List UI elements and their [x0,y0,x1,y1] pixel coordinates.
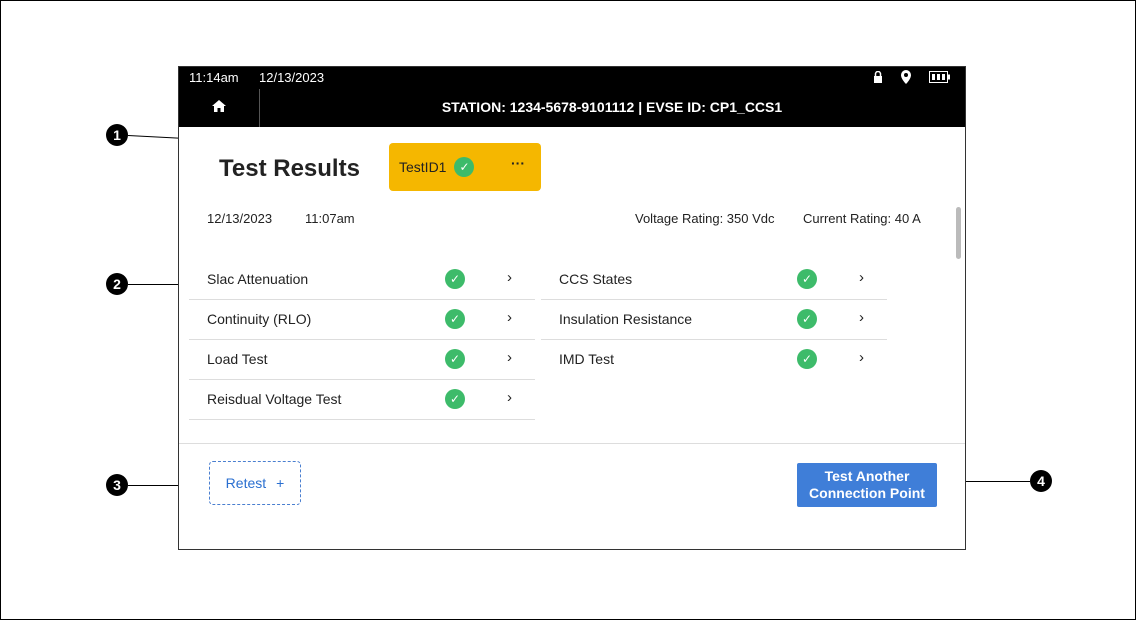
test-date: 12/13/2023 [207,211,273,226]
retest-button[interactable]: Retest + [209,461,301,505]
chevron-right-icon[interactable]: › [507,389,512,406]
test-row-label: Slac Attenuation [207,271,309,287]
voltage-rating: Voltage Rating: 350 Vdc [635,211,775,226]
check-icon: ✓ [445,269,465,289]
retest-label: Retest [225,475,267,491]
callout-line-2 [128,284,184,285]
test-row-label: IMD Test [559,351,614,367]
check-icon: ✓ [797,349,817,369]
scrollbar[interactable] [956,207,961,259]
status-date: 12/13/2023 [259,70,325,85]
footer-divider [179,443,965,444]
more-icon[interactable]: ··· [511,155,525,171]
page-title: Test Results [219,155,360,182]
check-icon: ✓ [454,157,475,177]
callout-4: 4 [1030,470,1052,492]
test-row-slac[interactable]: Slac Attenuation ✓ › [189,259,535,300]
status-bar: 11:14am 12/13/2023 [179,67,965,89]
test-row-ccs-states[interactable]: CCS States ✓ › [541,259,887,300]
callout-2: 2 [106,273,128,295]
chevron-right-icon[interactable]: › [507,349,512,366]
test-time: 11:07am [305,211,355,226]
test-row-residual[interactable]: Reisdual Voltage Test ✓ › [189,379,535,420]
chevron-right-icon[interactable]: › [859,269,864,286]
check-icon: ✓ [797,309,817,329]
test-another-button[interactable]: Test Another Connection Point [797,463,937,507]
test-row-label: CCS States [559,271,633,287]
current-rating: Current Rating: 40 A [803,211,921,226]
check-icon: ✓ [445,309,465,329]
lock-icon [873,70,883,86]
callout-1: 1 [106,124,128,146]
device-screen: 11:14am 12/13/2023 STATION: 1234-5678-91… [178,66,966,550]
nav-bar: STATION: 1234-5678-9101112 | EVSE ID: CP… [179,89,965,127]
test-row-label: Insulation Resistance [559,311,693,327]
test-row-imd[interactable]: IMD Test ✓ › [541,339,887,379]
test-row-load[interactable]: Load Test ✓ › [189,339,535,380]
chevron-right-icon[interactable]: › [859,309,864,326]
test-row-insulation[interactable]: Insulation Resistance ✓ › [541,299,887,340]
chevron-right-icon[interactable]: › [507,309,512,326]
status-time: 11:14am [189,70,239,85]
check-icon: ✓ [445,349,465,369]
location-pin-icon [901,70,911,87]
check-icon: ✓ [797,269,817,289]
station-label: STATION: 1234-5678-9101112 | EVSE ID: CP… [441,99,783,115]
test-row-continuity[interactable]: Continuity (RLO) ✓ › [189,299,535,340]
callout-3: 3 [106,474,128,496]
check-icon: ✓ [445,389,465,409]
chevron-right-icon[interactable]: › [859,349,864,366]
chevron-right-icon[interactable]: › [507,269,512,286]
battery-icon [929,71,951,86]
plus-icon: + [276,475,285,491]
test-row-label: Reisdual Voltage Test [207,391,342,407]
home-icon [212,99,226,117]
home-button[interactable] [179,89,260,127]
test-id-label: TestID1 [399,159,447,175]
test-row-label: Continuity (RLO) [207,311,312,327]
test-id-chip[interactable]: TestID1 ✓ ··· [389,143,541,191]
test-row-label: Load Test [207,351,268,367]
